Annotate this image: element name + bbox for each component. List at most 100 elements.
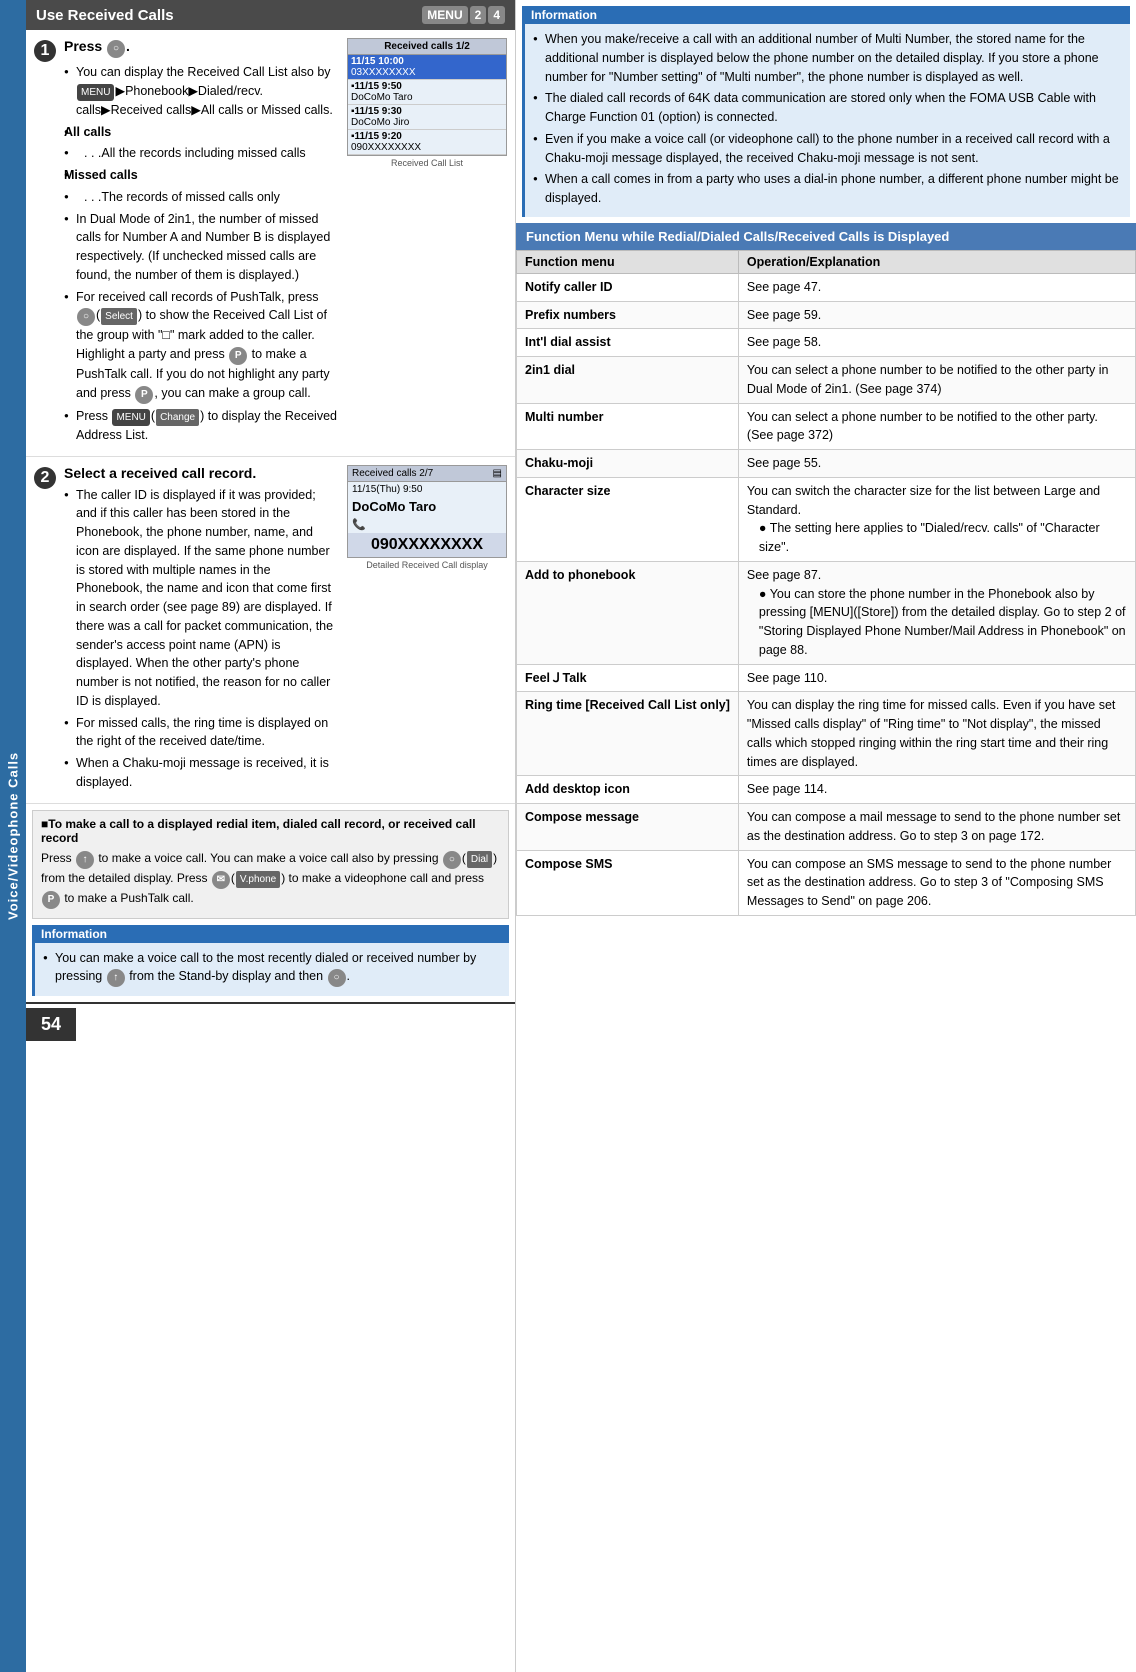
two-col-layout: Use Received Calls MENU 2 4 1 <box>26 0 1136 1672</box>
func-name-cell: Compose SMS <box>517 850 739 915</box>
p-key: P <box>229 347 247 365</box>
right-info-bullets: When you make/receive a call with an add… <box>533 30 1122 208</box>
step-1-bullet-missed-desc: . . .The records of missed calls only <box>64 188 339 207</box>
table-row: Prefix numbersSee page 59. <box>517 301 1136 329</box>
information-box: Information You can make a voice call to… <box>32 925 509 997</box>
step-1-bullets: You can display the Received Call List a… <box>64 63 339 445</box>
table-row: Compose SMSYou can compose an SMS messag… <box>517 850 1136 915</box>
press-key-circle: ○ <box>107 40 125 58</box>
step-1-content: Press ○. You can display the Received Ca… <box>64 38 507 448</box>
right-bullet-1: When you make/receive a call with an add… <box>533 30 1122 86</box>
table-row: Chaku-mojiSee page 55. <box>517 450 1136 478</box>
detailed-icon: 📞 <box>348 516 506 533</box>
detailed-number: 090XXXXXXXX <box>348 533 506 557</box>
detailed-name: DoCoMo Taro <box>348 497 506 516</box>
screen-label-1: Received Call List <box>347 158 507 168</box>
step-1-title: Press ○. <box>64 38 339 58</box>
func-desc-cell: You can switch the character size for th… <box>738 477 1135 561</box>
page-footer: 54 <box>26 1002 515 1045</box>
info-bullet-1: You can make a voice call to the most re… <box>43 949 501 988</box>
up-key2: ↑ <box>107 969 125 987</box>
right-info-box: Information When you make/receive a call… <box>522 6 1130 217</box>
func-name-cell: Character size <box>517 477 739 561</box>
func-desc-cell: You can compose an SMS message to send t… <box>738 850 1135 915</box>
page-container: Voice/Videophone Calls Use Received Call… <box>0 0 1136 1672</box>
p-key2: P <box>135 386 153 404</box>
step-1-number: 1 <box>34 40 56 62</box>
table-row: Add to phonebookSee page 87.● You can st… <box>517 561 1136 664</box>
step-1-bullet-pushtalk: For received call records of PushTalk, p… <box>64 288 339 404</box>
table-row: Compose messageYou can compose a mail me… <box>517 804 1136 851</box>
section-header: Use Received Calls MENU 2 4 <box>26 0 515 30</box>
step-1-bullet-1: You can display the Received Call List a… <box>64 63 339 120</box>
step-2-content: Select a received call record. The calle… <box>64 465 507 795</box>
table-row: 2in1 dialYou can select a phone number t… <box>517 357 1136 404</box>
information-title: Information <box>35 925 509 943</box>
table-row: Add desktop iconSee page 114. <box>517 776 1136 804</box>
table-row: Multi numberYou can select a phone numbe… <box>517 403 1136 450</box>
dial-btn: Dial <box>467 851 492 868</box>
circle-key2: ○ <box>443 851 461 869</box>
right-info-title: Information <box>525 6 1130 24</box>
right-bullet-4: When a call comes in from a party who us… <box>533 170 1122 208</box>
menu-key: MENU <box>77 84 114 101</box>
page-number: 54 <box>26 1008 76 1041</box>
step-2-number: 2 <box>34 467 56 489</box>
col-operation: Operation/Explanation <box>738 250 1135 273</box>
func-desc-cell: See page 55. <box>738 450 1135 478</box>
change-btn: Change <box>156 409 199 426</box>
step-1-bullet-allcalls: All calls <box>64 123 339 142</box>
detailed-date: 11/15(Thu) 9:50 <box>348 482 506 497</box>
step-2-block: 2 Select a received call record. The cal… <box>26 457 515 804</box>
side-label: Voice/Videophone Calls <box>0 0 26 1672</box>
func-name-cell: Compose message <box>517 804 739 851</box>
vphone-btn: V.phone <box>236 871 280 888</box>
right-column: Information When you make/receive a call… <box>516 0 1136 1672</box>
circle-key3: ○ <box>328 969 346 987</box>
detailed-call-display: Received calls 2/7 ▤ 11/15(Thu) 9:50 DoC… <box>347 465 507 570</box>
func-desc-cell: You can display the ring time for missed… <box>738 692 1135 776</box>
step-1-bullet-change: Press MENU(Change) to display the Receiv… <box>64 407 339 445</box>
func-name-cell: Multi number <box>517 403 739 450</box>
step-2-bullet-1: The caller ID is displayed if it was pro… <box>64 486 339 711</box>
step-1-text: Press ○. You can display the Received Ca… <box>64 38 339 448</box>
func-name-cell: Add to phonebook <box>517 561 739 664</box>
menu-key-icon: MENU <box>422 6 467 24</box>
table-header-row: Function menu Operation/Explanation <box>517 250 1136 273</box>
func-name-cell: Ring time [Received Call List only] <box>517 692 739 776</box>
phone-screen-1: Received calls 1/2 11/15 10:00 03XXXXXXX… <box>347 38 507 156</box>
screen-row-1: 11/15 10:00 03XXXXXXXX <box>348 55 506 80</box>
func-name-cell: Chaku-moji <box>517 450 739 478</box>
function-table-body: Notify caller IDSee page 47.Prefix numbe… <box>517 273 1136 915</box>
information-bullets: You can make a voice call to the most re… <box>43 949 501 988</box>
func-desc-cell: See page 110. <box>738 664 1135 692</box>
func-desc-cell: See page 114. <box>738 776 1135 804</box>
table-row: Notify caller IDSee page 47. <box>517 273 1136 301</box>
screen-row-3: ▪11/15 9:30 DoCoMo Jiro <box>348 105 506 130</box>
menu-num-2: 2 <box>470 6 487 24</box>
function-menu-header: Function Menu while Redial/Dialed Calls/… <box>516 223 1136 250</box>
main-content: Use Received Calls MENU 2 4 1 <box>26 0 1136 1672</box>
up-key: ↑ <box>76 851 94 869</box>
col-function-menu: Function menu <box>517 250 739 273</box>
select-btn: Select <box>101 308 137 325</box>
right-bullet-3: Even if you make a voice call (or videop… <box>533 130 1122 168</box>
step-2-with-image: Select a received call record. The calle… <box>64 465 507 795</box>
menu-numbers: MENU 2 4 <box>422 6 505 24</box>
step-2-bullets: The caller ID is displayed if it was pro… <box>64 486 339 792</box>
func-name-cell: FeelＪTalk <box>517 664 739 692</box>
func-desc-cell: See page 47. <box>738 273 1135 301</box>
func-name-cell: Add desktop icon <box>517 776 739 804</box>
screen-row-4: ▪11/15 9:20 090XXXXXXXX <box>348 130 506 155</box>
table-row: Ring time [Received Call List only]You c… <box>517 692 1136 776</box>
func-name-cell: Prefix numbers <box>517 301 739 329</box>
detailed-screen: Received calls 2/7 ▤ 11/15(Thu) 9:50 DoC… <box>347 465 507 558</box>
step-1-bullet-dual: In Dual Mode of 2in1, the number of miss… <box>64 210 339 285</box>
step-1-bullet-missed: Missed calls <box>64 166 339 185</box>
step-2-text: Select a received call record. The calle… <box>64 465 339 795</box>
left-column: Use Received Calls MENU 2 4 1 <box>26 0 516 1672</box>
table-row: FeelＪTalkSee page 110. <box>517 664 1136 692</box>
table-row: Int'l dial assistSee page 58. <box>517 329 1136 357</box>
func-desc-cell: See page 58. <box>738 329 1135 357</box>
received-calls-screen: Received calls 1/2 11/15 10:00 03XXXXXXX… <box>347 38 507 168</box>
